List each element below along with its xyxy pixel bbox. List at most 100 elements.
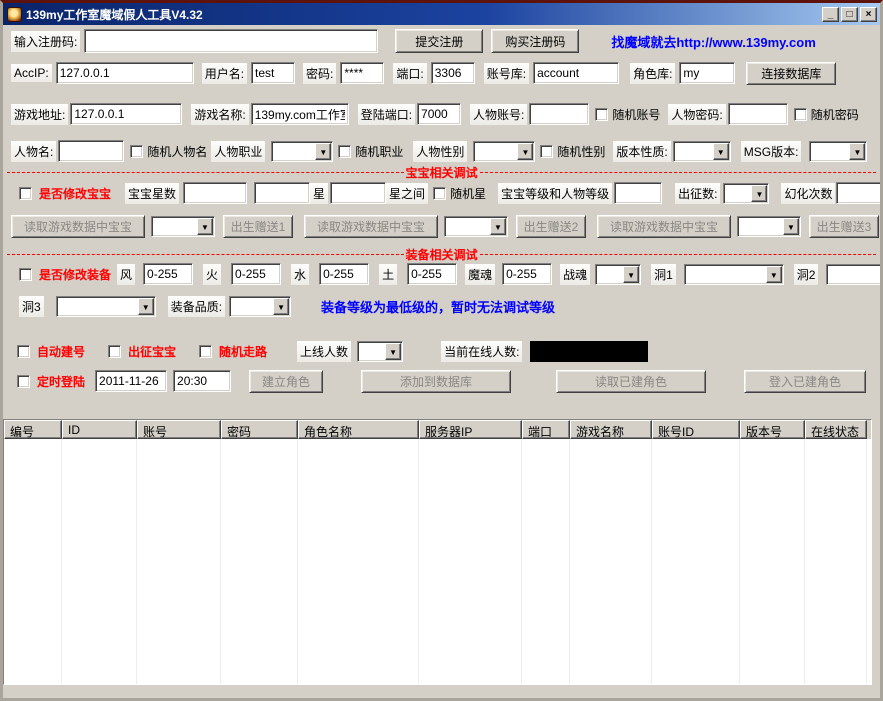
add-to-db-button[interactable]: 添加到数据库 bbox=[361, 370, 511, 393]
pet-select-2[interactable]: ▼ bbox=[444, 216, 508, 237]
pet-select-1[interactable]: ▼ bbox=[151, 216, 215, 237]
login-date-input[interactable] bbox=[95, 370, 167, 392]
magic-soul-input[interactable] bbox=[502, 263, 552, 285]
chevron-down-icon: ▼ bbox=[751, 185, 767, 202]
accip-input[interactable] bbox=[56, 62, 194, 84]
char-password-input[interactable] bbox=[728, 103, 788, 125]
pet-level-input[interactable] bbox=[614, 182, 662, 204]
war-soul-label: 战魂 bbox=[560, 264, 590, 285]
read-pet-button-3[interactable]: 读取游戏数据中宝宝 bbox=[597, 215, 731, 238]
db-port-input[interactable] bbox=[431, 62, 475, 84]
col-version[interactable]: 版本号 bbox=[740, 420, 805, 439]
game-address-input[interactable] bbox=[70, 103, 182, 125]
login-time-input[interactable] bbox=[173, 370, 231, 392]
role-db-input[interactable] bbox=[679, 62, 735, 84]
pet-select-3[interactable]: ▼ bbox=[737, 216, 801, 237]
magic-soul-label: 魔魂 bbox=[465, 264, 495, 285]
maximize-button[interactable]: □ bbox=[841, 7, 858, 22]
col-number[interactable]: 编号 bbox=[4, 420, 62, 439]
col-online-status[interactable]: 在线状态 bbox=[805, 420, 867, 439]
hole3-select[interactable]: ▼ bbox=[56, 296, 156, 317]
random-gender-checkbox[interactable] bbox=[540, 145, 553, 158]
pet-stars-input-3[interactable] bbox=[330, 182, 386, 204]
col-server-ip[interactable]: 服务器IP bbox=[419, 420, 522, 439]
website-link[interactable]: 找魔域就去http://www.139my.com bbox=[611, 32, 815, 51]
msg-version-select[interactable]: ▼ bbox=[809, 141, 867, 162]
chevron-down-icon: ▼ bbox=[138, 298, 154, 315]
db-port-label: 端口: bbox=[393, 63, 426, 84]
gender-select[interactable]: ▼ bbox=[473, 141, 535, 162]
auto-create-checkbox[interactable] bbox=[17, 345, 30, 358]
hole2-select[interactable]: ▼ bbox=[826, 264, 880, 285]
quality-select[interactable]: ▼ bbox=[229, 296, 291, 317]
wind-input[interactable] bbox=[143, 263, 193, 285]
hole1-select[interactable]: ▼ bbox=[684, 264, 784, 285]
online-limit-select[interactable]: ▼ bbox=[357, 341, 403, 362]
col-account-id[interactable]: 账号ID bbox=[652, 420, 740, 439]
fire-input[interactable] bbox=[231, 263, 281, 285]
submit-register-button[interactable]: 提交注册 bbox=[395, 29, 483, 53]
col-password[interactable]: 密码 bbox=[221, 420, 298, 439]
chevron-down-icon: ▼ bbox=[517, 143, 533, 160]
random-star-checkbox[interactable] bbox=[433, 187, 446, 200]
chevron-down-icon: ▼ bbox=[783, 218, 799, 235]
random-password-label: 随机密码 bbox=[811, 106, 859, 123]
app-icon[interactable] bbox=[7, 7, 22, 22]
random-name-checkbox[interactable] bbox=[130, 145, 143, 158]
col-game-name[interactable]: 游戏名称 bbox=[570, 420, 652, 439]
col-account[interactable]: 账号 bbox=[137, 420, 221, 439]
job-select[interactable]: ▼ bbox=[271, 141, 333, 162]
read-pet-button-1[interactable]: 读取游戏数据中宝宝 bbox=[11, 215, 145, 238]
random-walk-checkbox[interactable] bbox=[199, 345, 212, 358]
game-name-input[interactable] bbox=[251, 103, 349, 125]
water-input[interactable] bbox=[319, 263, 369, 285]
account-db-input[interactable] bbox=[533, 62, 619, 84]
db-user-input[interactable] bbox=[251, 62, 295, 84]
modify-equip-label: 是否修改装备 bbox=[39, 266, 111, 283]
col-role-name[interactable]: 角色名称 bbox=[298, 420, 419, 439]
chevron-down-icon: ▼ bbox=[385, 343, 401, 360]
wind-label: 风 bbox=[117, 264, 135, 285]
char-account-input[interactable] bbox=[529, 103, 589, 125]
birth-gift-button-3[interactable]: 出生赠送3 bbox=[809, 215, 879, 238]
expedition-pet-checkbox[interactable] bbox=[108, 345, 121, 358]
pet-stars-input-1[interactable] bbox=[183, 182, 247, 204]
expedition-count-select[interactable]: ▼ bbox=[723, 183, 769, 204]
chevron-down-icon: ▼ bbox=[849, 143, 865, 160]
morph-count-input[interactable] bbox=[836, 182, 880, 204]
random-password-checkbox[interactable] bbox=[794, 108, 807, 121]
equip-level-note: 装备等级为最低级的，暂时无法调试等级 bbox=[321, 297, 555, 316]
create-role-button[interactable]: 建立角色 bbox=[249, 370, 323, 393]
game-name-label: 游戏名称: bbox=[191, 104, 248, 125]
char-account-label: 人物账号: bbox=[470, 104, 527, 125]
buy-register-button[interactable]: 购买注册码 bbox=[491, 29, 579, 53]
version-label: 版本性质: bbox=[613, 141, 670, 162]
war-soul-select[interactable]: ▼ bbox=[595, 264, 641, 285]
window-title: 139my工作室魔域假人工具V4.32 bbox=[26, 6, 822, 23]
read-roles-button[interactable]: 读取已建角色 bbox=[556, 370, 706, 393]
pet-stars-input-2[interactable] bbox=[254, 182, 310, 204]
close-button[interactable]: × bbox=[860, 7, 877, 22]
register-code-input[interactable] bbox=[84, 29, 378, 53]
version-select[interactable]: ▼ bbox=[673, 141, 731, 162]
modify-equip-checkbox[interactable] bbox=[19, 268, 32, 281]
earth-input[interactable] bbox=[407, 263, 457, 285]
col-id[interactable]: ID bbox=[62, 420, 137, 439]
star-between-label: 星之间 bbox=[386, 183, 428, 204]
connect-db-button[interactable]: 连接数据库 bbox=[746, 62, 836, 85]
birth-gift-button-1[interactable]: 出生赠送1 bbox=[223, 215, 293, 238]
chevron-down-icon: ▼ bbox=[766, 266, 782, 283]
gender-label: 人物性别 bbox=[413, 141, 467, 162]
minimize-button[interactable]: _ bbox=[822, 7, 839, 22]
modify-pet-checkbox[interactable] bbox=[19, 187, 32, 200]
login-port-input[interactable] bbox=[417, 103, 461, 125]
random-account-checkbox[interactable] bbox=[595, 108, 608, 121]
read-pet-button-2[interactable]: 读取游戏数据中宝宝 bbox=[304, 215, 438, 238]
timed-login-checkbox[interactable] bbox=[17, 375, 30, 388]
login-roles-button[interactable]: 登入已建角色 bbox=[744, 370, 866, 393]
char-name-input[interactable] bbox=[58, 140, 124, 162]
db-password-input[interactable] bbox=[340, 62, 384, 84]
col-port[interactable]: 端口 bbox=[522, 420, 570, 439]
random-job-checkbox[interactable] bbox=[338, 145, 351, 158]
birth-gift-button-2[interactable]: 出生赠送2 bbox=[516, 215, 586, 238]
